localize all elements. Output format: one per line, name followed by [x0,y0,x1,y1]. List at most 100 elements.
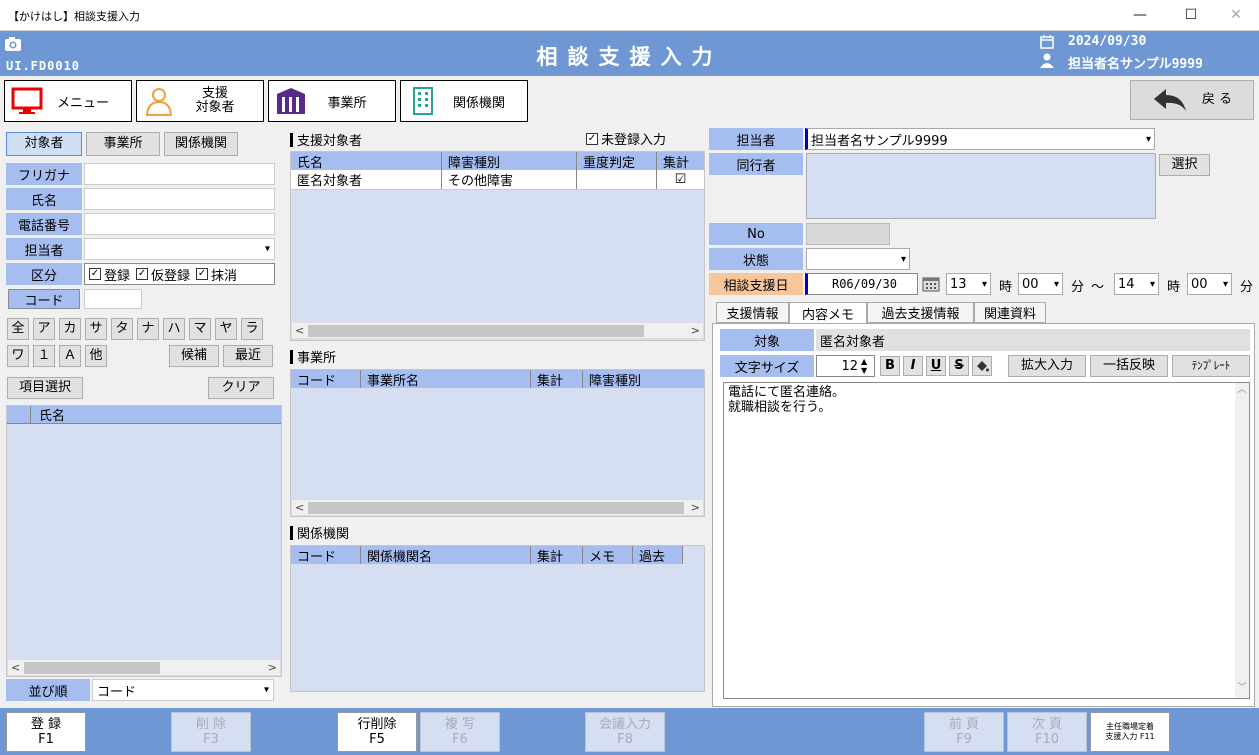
f10-next-page-button[interactable]: 次 頁 F10 [1007,712,1087,752]
kana-alpha[interactable]: Ａ [59,345,81,367]
italic-button[interactable]: I [903,356,923,376]
agency-button[interactable]: 関係機関 [400,80,528,122]
office-button[interactable]: 事業所 [268,80,396,122]
color-bucket-button[interactable] [972,356,992,376]
end-hour-select[interactable]: 14 ▾ [1114,273,1159,295]
result-horizontal-scrollbar[interactable]: < > [7,659,281,676]
strike-button[interactable]: S [949,356,969,376]
offices-table-header: コード 事業所名 集計 障害種別 [291,370,704,388]
category-checks: ✓ 登録 ✓ 仮登録 ✓ 抹消 [84,263,275,285]
companion-select-button[interactable]: 選択 [1159,154,1210,176]
fontsize-label: 文字サイズ [720,355,814,377]
kana-sa[interactable]: サ [85,318,107,340]
kana-ha[interactable]: ハ [163,318,185,340]
consult-date-input[interactable]: R06/09/30 [805,273,918,295]
memo-vertical-scrollbar[interactable]: ︿ ﹀ [1235,383,1249,698]
f1-register-button[interactable]: 登 録 F1 [6,712,86,752]
start-hour-select[interactable]: 13 ▾ [946,273,991,295]
phone-input[interactable] [84,213,275,235]
start-min-select[interactable]: 00 ▾ [1018,273,1063,295]
kana-num[interactable]: １ [33,345,55,367]
f8-meeting-button[interactable]: 会議入力 F8 [585,712,665,752]
calendar-picker-icon[interactable] [922,276,940,292]
sort-select[interactable]: コード [92,679,274,701]
menu-button[interactable]: メニュー [4,80,132,122]
kana-na[interactable]: ナ [137,318,159,340]
f6-copy-button[interactable]: 複 写 F6 [420,712,500,752]
tab-client[interactable]: 対象者 [6,132,82,156]
deleted-checkbox[interactable]: ✓ [196,268,209,280]
minimize-button[interactable]: — [1125,4,1155,26]
tab-agency[interactable]: 関係機関 [164,132,238,156]
maximize-button[interactable]: ☐ [1176,4,1206,26]
unregistered-toggle[interactable]: ✓ 未登録入力 [586,129,666,148]
item-select-button[interactable]: 項目選択 [7,377,83,399]
unregistered-checkbox[interactable]: ✓ [586,132,598,145]
status-select[interactable]: ▾ [806,248,910,270]
paint-bucket-icon [977,361,989,372]
target-label: 対象 [720,329,814,351]
kana-ra[interactable]: ラ [241,318,263,340]
table-row[interactable]: 匿名対象者 その他障害 ☑ [291,170,704,190]
temp-checkbox[interactable]: ✓ [136,268,149,280]
offices-horizontal-scrollbar[interactable]: < > [291,499,704,516]
tab-past-support[interactable]: 過去支援情報 [867,302,974,323]
kana-ya[interactable]: ヤ [215,318,237,340]
kana-other[interactable]: 他 [85,345,107,367]
tab-content-memo[interactable]: 内容メモ [789,302,867,324]
detail-staff-label: 担当者 [709,128,803,150]
back-button[interactable]: 戻 る [1130,80,1254,120]
monitor-icon [11,87,43,114]
clients-section-title: 支援対象者 [290,130,362,149]
no-field [806,223,890,245]
tab-support-info[interactable]: 支援情報 [716,302,789,323]
start-min-unit: 分 [1071,280,1085,295]
name-label: 氏名 [6,188,82,210]
clients-horizontal-scrollbar[interactable]: < > [291,322,704,339]
f11-retention-support-button[interactable]: 主任職場定着 支援入力 F11 [1090,712,1170,752]
end-hour-unit: 時 [1167,280,1181,295]
kana-ta[interactable]: タ [111,318,133,340]
bulk-apply-button[interactable]: 一括反映 [1090,355,1168,377]
name-input[interactable] [84,188,275,210]
code-input[interactable] [84,289,142,309]
kana-all[interactable]: 全 [7,318,29,340]
end-min-unit: 分 [1240,280,1254,295]
agencies-table-header: コード 関係機関名 集計 メモ 過去 [291,546,683,564]
stepper-arrows-icon[interactable]: ▲ ▼ [861,357,867,375]
kana-ka[interactable]: カ [59,318,81,340]
registered-checkbox[interactable]: ✓ [89,268,101,280]
f9-prev-page-button[interactable]: 前 頁 F9 [924,712,1004,752]
template-button[interactable]: ﾃﾝﾌﾟﾚｰﾄ [1172,355,1250,377]
underline-button[interactable]: U [926,356,946,376]
sort-label: 並び順 [6,679,90,701]
end-min-select[interactable]: 00 ▾ [1187,273,1232,295]
staff-select[interactable] [84,238,275,260]
search-result-list[interactable]: 氏名 < > [6,405,282,677]
bold-button[interactable]: B [880,356,900,376]
close-button[interactable]: ✕ [1221,4,1251,26]
sum-checkbox[interactable]: ☑ [657,170,704,189]
person-icon [145,88,173,116]
client-button[interactable]: 支援 対象者 [136,80,264,122]
memo-textarea[interactable]: 電話にて匿名連絡。 就職相談を行う。 ︿ ﹀ [723,382,1250,699]
recent-button[interactable]: 最近 [223,345,273,367]
tab-office[interactable]: 事業所 [86,132,160,156]
clients-table-header: 氏名 障害種別 重度判定 集計 [291,152,704,170]
tab-related-docs[interactable]: 関連資料 [974,302,1046,323]
f5-row-delete-button[interactable]: 行削除 F5 [337,712,417,752]
kana-a[interactable]: ア [33,318,55,340]
agencies-table: コード 関係機関名 集計 メモ 過去 [290,545,705,692]
furigana-input[interactable] [84,163,275,185]
companion-list[interactable] [806,153,1156,219]
header-date: 2024/09/30 [1068,34,1147,49]
detail-staff-select[interactable]: 担当者名サンプル9999 ▾ [805,128,1155,150]
expand-input-button[interactable]: 拡大入力 [1008,355,1086,377]
consult-date-label: 相談支援日 [709,273,803,295]
kana-ma[interactable]: マ [189,318,211,340]
staff-label: 担当者 [6,238,82,260]
f3-delete-button[interactable]: 削 除 F3 [171,712,251,752]
kana-wa[interactable]: ワ [7,345,29,367]
candidate-button[interactable]: 候補 [169,345,219,367]
clear-button[interactable]: クリア [208,377,274,399]
